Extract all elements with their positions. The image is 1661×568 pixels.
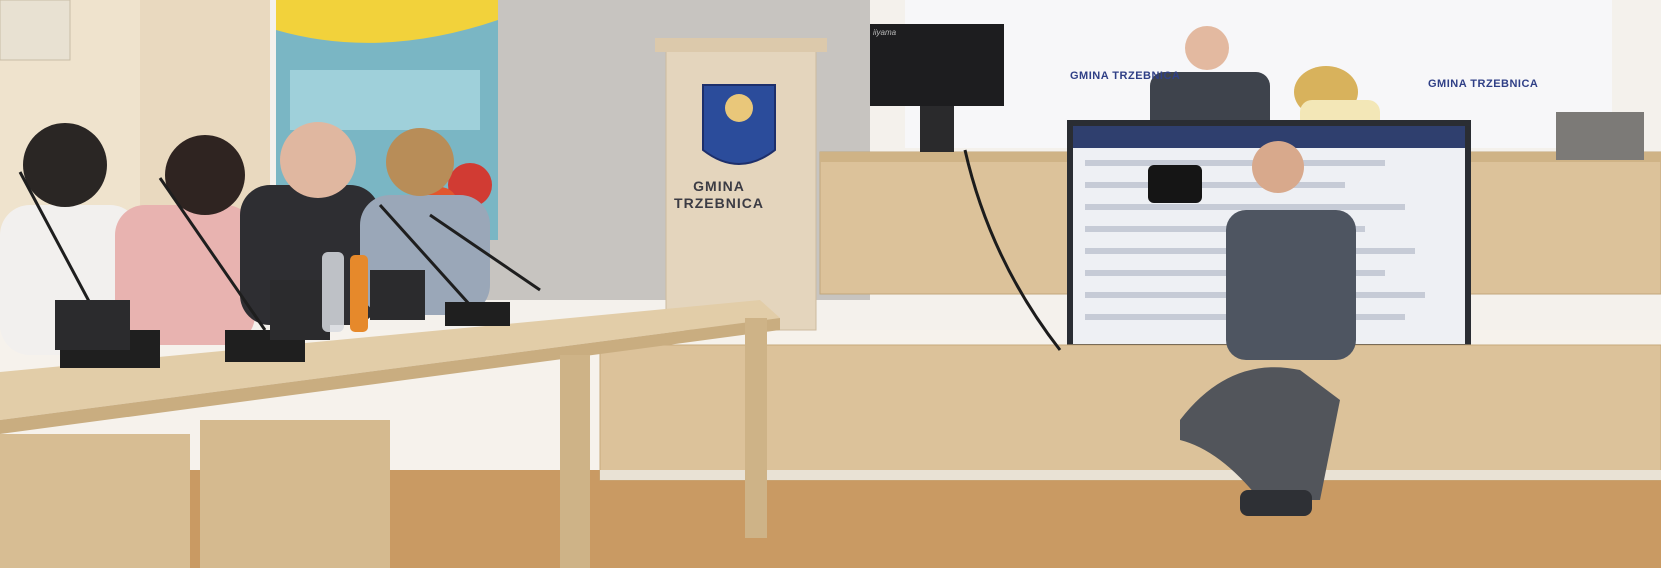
water-bottle bbox=[322, 252, 344, 332]
table-front-panel bbox=[200, 420, 390, 568]
table-leg bbox=[745, 318, 767, 538]
lectern-top bbox=[655, 38, 827, 52]
councillor-2 bbox=[115, 205, 255, 345]
table-leg bbox=[560, 355, 590, 568]
photographer-shoe bbox=[1240, 490, 1312, 516]
photo-scene bbox=[0, 0, 1661, 568]
photographer-shirt bbox=[1226, 210, 1356, 360]
monitor-brand: iiyama bbox=[873, 28, 897, 37]
council-meeting-photo: GMINA TRZEBNICA GMINA TRZEBNICA GMINA TR… bbox=[0, 0, 1661, 568]
banner-label: GMINA TRZEBNICA bbox=[1428, 78, 1539, 90]
poster-pool bbox=[290, 70, 480, 130]
photographer-head bbox=[1252, 141, 1304, 193]
monitor-stand bbox=[920, 106, 954, 152]
tablet bbox=[55, 300, 130, 350]
podium-label: GMINA TRZEBNICA bbox=[664, 178, 774, 212]
chairman-head bbox=[1185, 26, 1229, 70]
camera-icon bbox=[1148, 165, 1202, 203]
tablet bbox=[370, 270, 425, 320]
coat-of-arms-face bbox=[725, 94, 753, 122]
councillor-1-hair bbox=[23, 123, 107, 207]
table-front-panel bbox=[0, 434, 190, 568]
juice-bottle bbox=[350, 255, 368, 332]
mic-base bbox=[445, 302, 510, 326]
empty-chair bbox=[1556, 112, 1644, 160]
tablet bbox=[270, 280, 330, 340]
banner-label: GMINA TRZEBNICA bbox=[1070, 70, 1181, 82]
councillor-3-head bbox=[280, 122, 356, 198]
podium-label-line2: TRZEBNICA bbox=[674, 195, 764, 211]
podium-label-line1: GMINA bbox=[693, 178, 745, 194]
wall-frame bbox=[0, 0, 71, 61]
councillor-4-hair bbox=[386, 128, 454, 196]
